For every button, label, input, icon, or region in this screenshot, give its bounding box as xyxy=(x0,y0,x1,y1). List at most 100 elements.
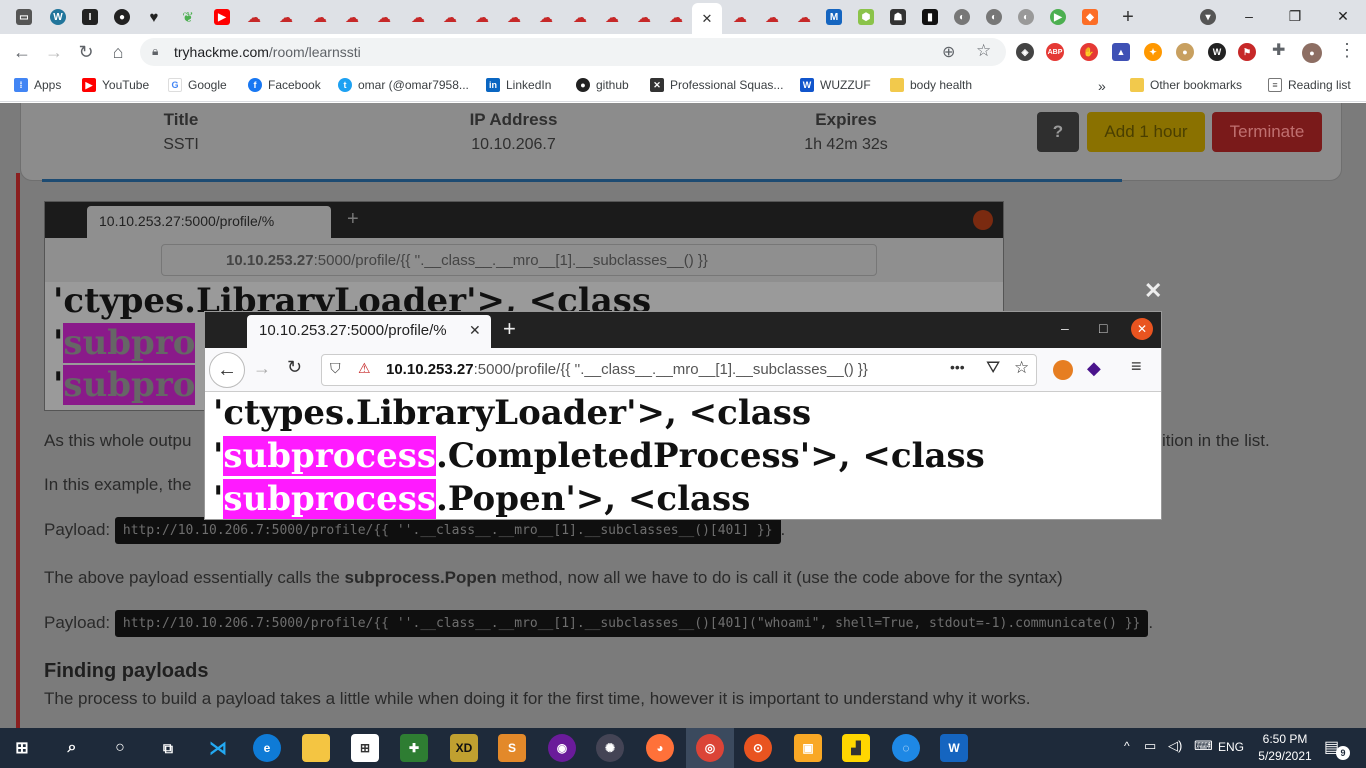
tab-phone[interactable]: ▮ xyxy=(916,5,944,29)
back-button[interactable]: ← xyxy=(8,38,36,66)
tab-github[interactable]: ● xyxy=(108,5,136,29)
tab-thm-15[interactable]: ☁ xyxy=(726,5,754,29)
bookmark-facebook[interactable]: f Facebook xyxy=(248,78,321,92)
tab-play[interactable]: ▶ xyxy=(1044,5,1072,29)
bookmark-apps[interactable]: ⁞ Apps xyxy=(14,78,61,92)
bookmark-body-health[interactable]: body health xyxy=(890,78,972,92)
payload-2-code[interactable]: http://10.10.206.7:5000/profile/{{ ''.__… xyxy=(114,610,1149,637)
help-button[interactable]: ? xyxy=(1037,112,1079,152)
zoom-icon[interactable]: ⊕ xyxy=(942,42,955,62)
bookmark-github[interactable]: ● github xyxy=(576,78,629,92)
bookmark-linkedin[interactable]: in LinkedIn xyxy=(486,78,551,92)
tab-ghost[interactable]: ☗ xyxy=(884,5,912,29)
tab-wordpress[interactable]: W xyxy=(44,5,72,29)
clock[interactable]: 6:50 PM 5/29/2021 xyxy=(1256,731,1314,765)
fox-ext-icon[interactable]: ✦ xyxy=(1144,43,1162,61)
tab-active[interactable]: ✕ xyxy=(692,3,722,34)
bookmark-wuzzuf[interactable]: W WUZZUF xyxy=(800,78,871,92)
tray-keyboard-icon[interactable]: ⌨ xyxy=(1194,738,1213,754)
bookmark-google[interactable]: G Google xyxy=(168,78,227,92)
tab-globe-3[interactable]: ◐ xyxy=(1012,5,1040,29)
taskbar-xd[interactable]: XD xyxy=(450,734,478,762)
tab-thm-13[interactable]: ☁ xyxy=(630,5,658,29)
tab-thm-3[interactable]: ☁ xyxy=(306,5,334,29)
tab-youtube[interactable]: ▶ xyxy=(208,5,236,29)
bookmark-star-icon[interactable]: ☆ xyxy=(976,41,991,61)
close-tab-icon[interactable]: ✕ xyxy=(702,11,713,27)
taskbar-sticky-notes[interactable]: ▟ xyxy=(842,734,870,762)
terminate-button[interactable]: Terminate xyxy=(1212,112,1322,152)
start-button[interactable]: ⊞ xyxy=(8,734,36,762)
taskbar-edge[interactable]: e xyxy=(253,734,281,762)
tab-heart[interactable]: ♥ xyxy=(140,5,168,29)
tab-thm-5[interactable]: ☁ xyxy=(370,5,398,29)
other-bookmarks[interactable]: Other bookmarks xyxy=(1130,78,1242,92)
cortana-button[interactable]: ○ xyxy=(106,734,134,762)
shield-ext-icon[interactable]: ◈ xyxy=(1016,43,1034,61)
menu-kebab-icon[interactable]: ⋮ xyxy=(1338,40,1356,61)
tab-cube[interactable]: ⬢ xyxy=(852,5,880,29)
avatar[interactable]: ● xyxy=(1302,43,1322,63)
tab-thm-9[interactable]: ☁ xyxy=(500,5,528,29)
language-indicator[interactable]: ENG xyxy=(1218,740,1244,754)
payload-1-code[interactable]: http://10.10.206.7:5000/profile/{{ ''.__… xyxy=(114,517,781,544)
tab-search-button[interactable]: ▾ xyxy=(1194,5,1222,29)
lightbox-close-icon[interactable]: ✕ xyxy=(1144,278,1162,304)
tab-thm-11[interactable]: ☁ xyxy=(566,5,594,29)
taskbar-chrome-active[interactable]: ◎ xyxy=(686,728,734,768)
search-button[interactable]: ⌕ xyxy=(58,734,86,762)
taskbar-store[interactable]: ⊞ xyxy=(351,734,379,762)
close-window-button[interactable]: ✕ xyxy=(1320,0,1366,32)
wappalyzer-icon[interactable]: W xyxy=(1208,43,1226,61)
tab-thm-1[interactable]: ☁ xyxy=(240,5,268,29)
tab-globe-1[interactable]: ◐ xyxy=(948,5,976,29)
tab-instapaper[interactable]: I xyxy=(76,5,104,29)
tab-thm-14[interactable]: ☁ xyxy=(662,5,690,29)
tab-gitlab[interactable]: ◆ xyxy=(1076,5,1104,29)
maximize-button[interactable]: ❐ xyxy=(1272,0,1318,32)
tab-thm-4[interactable]: ☁ xyxy=(338,5,366,29)
minimize-button[interactable]: – xyxy=(1226,0,1272,32)
reload-button[interactable]: ↻ xyxy=(72,38,100,66)
tab-thm-17[interactable]: ☁ xyxy=(790,5,818,29)
taskbar-media[interactable]: ◉ xyxy=(548,734,576,762)
red-ext-icon[interactable]: ⚑ xyxy=(1238,43,1256,61)
taskbar-word[interactable]: W xyxy=(940,734,968,762)
address-text[interactable]: tryhackme.com/room/learnssti xyxy=(174,44,361,60)
tab-thm-16[interactable]: ☁ xyxy=(758,5,786,29)
home-button[interactable]: ⌂ xyxy=(104,38,132,66)
tray-network-icon[interactable]: ▭ xyxy=(1144,738,1156,754)
taskbar-firefox[interactable]: ◕ xyxy=(646,734,674,762)
taskbar-explorer[interactable] xyxy=(302,734,330,762)
taskbar-sublime[interactable]: S xyxy=(498,734,526,762)
adblock-plus-icon[interactable]: ABP xyxy=(1046,43,1064,61)
tab-leaf[interactable]: ❦ xyxy=(174,5,202,29)
tab-thm-6[interactable]: ☁ xyxy=(404,5,432,29)
forward-button[interactable]: → xyxy=(40,38,68,66)
taskbar-vscode[interactable]: ⋊ xyxy=(204,734,232,762)
bookmark-squash[interactable]: ✕ Professional Squas... xyxy=(650,78,783,92)
tab-thm-8[interactable]: ☁ xyxy=(468,5,496,29)
tab-thm-2[interactable]: ☁ xyxy=(272,5,300,29)
bookmark-youtube[interactable]: ▶ YouTube xyxy=(82,78,149,92)
taskbar-app-green[interactable]: ✚ xyxy=(400,734,428,762)
tab-thm-10[interactable]: ☁ xyxy=(532,5,560,29)
tab-medium[interactable]: M xyxy=(820,5,848,29)
extensions-icon[interactable]: ✚ xyxy=(1272,40,1285,60)
tab-keyboard[interactable]: ▭ xyxy=(10,5,38,29)
taskbar-ubuntu[interactable]: ⊙ xyxy=(744,734,772,762)
bookmark-twitter[interactable]: t omar (@omar7958... xyxy=(338,78,469,92)
taskbar-sphere[interactable]: ✺ xyxy=(596,734,624,762)
add-hour-button[interactable]: Add 1 hour xyxy=(1087,112,1205,152)
taskbar-blue-app[interactable]: ◌ xyxy=(892,734,920,762)
tray-chevron-icon[interactable]: ^ xyxy=(1124,739,1130,753)
cookie-ext-icon[interactable]: ● xyxy=(1176,43,1194,61)
new-tab-button[interactable]: + xyxy=(1114,5,1142,29)
bookmarks-overflow[interactable]: » xyxy=(1098,78,1106,94)
address-bar[interactable]: 🔒︎ tryhackme.com/room/learnssti ⊕ ☆ xyxy=(140,38,1006,66)
taskbar-app-yellow[interactable]: ▣ xyxy=(794,734,822,762)
reading-list[interactable]: ≡ Reading list xyxy=(1268,78,1351,92)
hat-ext-icon[interactable]: ▲ xyxy=(1112,43,1130,61)
tab-globe-2[interactable]: ◐ xyxy=(980,5,1008,29)
tray-volume-icon[interactable]: ◁) xyxy=(1168,738,1182,754)
